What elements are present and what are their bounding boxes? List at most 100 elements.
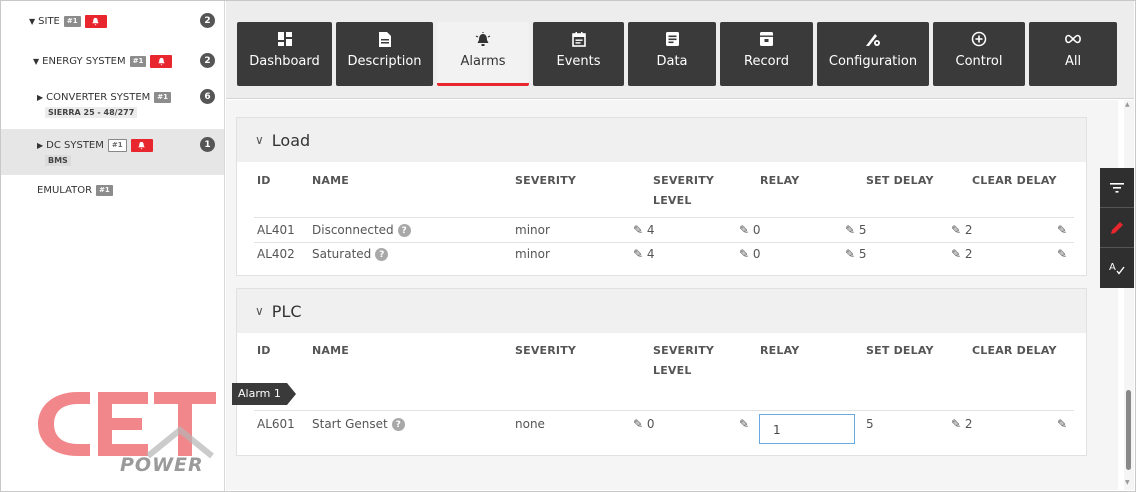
- chevron-down-icon: ∨: [255, 304, 264, 318]
- col-header-set-delay: SET DELAY: [866, 174, 934, 187]
- section-title: Load: [271, 130, 311, 150]
- control-icon: [970, 30, 988, 48]
- section-header[interactable]: ∨ Load: [237, 118, 1086, 162]
- alarm-bell-icon: [150, 54, 173, 68]
- pencil-icon[interactable]: ✎: [845, 247, 855, 261]
- tab-configuration[interactable]: Configuration: [817, 22, 929, 86]
- pencil-icon[interactable]: ✎: [739, 223, 749, 237]
- alarm-severity: none: [515, 417, 545, 431]
- alarm-id: AL601: [257, 417, 295, 431]
- help-icon[interactable]: ?: [391, 418, 405, 431]
- caret-right-icon: ▶: [37, 92, 44, 102]
- svg-text:A: A: [1109, 262, 1116, 273]
- row-divider: [254, 242, 1074, 243]
- help-icon[interactable]: ?: [397, 224, 411, 237]
- tab-events[interactable]: Events: [533, 22, 624, 86]
- set-delay-value[interactable]: ✎ 5: [845, 223, 867, 237]
- col-header-name: NAME: [312, 174, 349, 187]
- tab-description[interactable]: Description: [336, 22, 433, 86]
- scrollbar-thumb[interactable]: [1126, 390, 1131, 470]
- col-header-severity-level: SEVERITY LEVEL: [653, 344, 715, 377]
- document-icon: [376, 30, 394, 48]
- pencil-icon[interactable]: ✎: [739, 247, 749, 261]
- filter-icon[interactable]: [1100, 168, 1134, 208]
- tab-label: Data: [656, 54, 688, 69]
- tree-item-emulator[interactable]: EMULATOR #1: [1, 182, 224, 198]
- instance-tag: #1: [154, 91, 172, 103]
- pencil-icon[interactable]: ✎: [951, 247, 961, 261]
- severity-level-value[interactable]: ✎ 0: [633, 417, 655, 431]
- spellcheck-icon[interactable]: A: [1100, 248, 1134, 288]
- tab-all[interactable]: All: [1029, 22, 1117, 86]
- severity-level-value[interactable]: ✎ 4: [633, 223, 655, 237]
- pencil-icon[interactable]: ✎: [1057, 417, 1067, 431]
- tab-control[interactable]: Control: [933, 22, 1025, 86]
- scroll-up-icon[interactable]: ▲: [1125, 101, 1130, 108]
- tree-item-dc-system[interactable]: ▶ DC SYSTEM #1 BMS 1: [1, 129, 224, 175]
- alarm-bell-icon: [130, 138, 153, 152]
- clear-delay-value[interactable]: ✎ 2: [951, 247, 973, 261]
- tab-label: Configuration: [828, 54, 918, 69]
- caret-down-icon: ▼: [33, 56, 40, 66]
- alarm-severity: minor: [515, 247, 550, 261]
- instance-tag: #1: [63, 15, 81, 27]
- set-delay-value: 5: [866, 417, 874, 431]
- pencil-icon[interactable]: ✎: [739, 417, 749, 431]
- severity-level-value[interactable]: ✎ 4: [633, 247, 655, 261]
- tab-label: Record: [744, 54, 789, 69]
- tree-item-energy-system[interactable]: ▼ ENERGY SYSTEM #1 2: [1, 53, 224, 69]
- alarm-severity: minor: [515, 223, 550, 237]
- caret-down-icon: ▼: [29, 16, 36, 26]
- relay-value[interactable]: ✎ 0: [739, 247, 761, 261]
- col-header-severity: SEVERITY: [515, 174, 577, 187]
- row-divider: [254, 410, 1074, 411]
- col-header-severity: SEVERITY: [515, 344, 577, 357]
- section-header[interactable]: ∨ PLC: [237, 289, 1086, 333]
- tab-label: Events: [556, 54, 601, 69]
- set-delay-value[interactable]: ✎ 5: [845, 247, 867, 261]
- chevron-down-icon: ∨: [255, 133, 264, 147]
- pencil-icon[interactable]: ✎: [633, 417, 643, 431]
- edit-pencil-icon[interactable]: [1100, 208, 1134, 248]
- infinity-icon: [1064, 30, 1082, 48]
- row-divider: [254, 217, 1074, 218]
- tree-label: EMULATOR: [37, 184, 93, 196]
- tree-sublabel: SIERRA 25 - 48/277: [45, 107, 138, 118]
- col-header-relay: RELAY: [760, 174, 800, 187]
- pencil-icon[interactable]: ✎: [845, 223, 855, 237]
- instance-tag: #1: [96, 184, 113, 196]
- tooltip: Alarm 1: [232, 383, 296, 405]
- tab-data[interactable]: Data: [628, 22, 716, 86]
- tab-label: Dashboard: [249, 54, 320, 69]
- scroll-down-icon[interactable]: ▼: [1125, 479, 1130, 486]
- pencil-icon[interactable]: ✎: [633, 247, 643, 261]
- alarm-bell-icon: [84, 14, 107, 28]
- alarm-name: Start Genset?: [312, 417, 405, 431]
- col-header-relay: RELAY: [760, 344, 800, 357]
- count-badge: 6: [200, 89, 215, 104]
- tab-dashboard[interactable]: Dashboard: [237, 22, 332, 86]
- clear-delay-value[interactable]: ✎ 2: [951, 223, 973, 237]
- tab-label: All: [1064, 54, 1082, 69]
- relay-value[interactable]: ✎ 0: [739, 223, 761, 237]
- tab-label: Control: [955, 54, 1003, 69]
- pencil-icon[interactable]: ✎: [633, 223, 643, 237]
- pencil-icon[interactable]: ✎: [951, 417, 961, 431]
- pencil-icon[interactable]: ✎: [951, 223, 961, 237]
- tree-sublabel: BMS: [45, 155, 71, 166]
- relay-input[interactable]: 1: [759, 414, 855, 444]
- instance-tag: #1: [107, 138, 127, 152]
- alarm-id: AL402: [257, 247, 295, 261]
- clear-delay-value[interactable]: ✎ 2: [951, 417, 973, 431]
- pencil-icon[interactable]: ✎: [1057, 223, 1067, 237]
- tab-record[interactable]: Record: [720, 22, 813, 86]
- pencil-icon[interactable]: ✎: [1057, 247, 1067, 261]
- help-icon[interactable]: ?: [375, 248, 389, 261]
- col-header-severity-level: SEVERITY LEVEL: [653, 174, 715, 207]
- tree-item-converter-system[interactable]: ▶ CONVERTER SYSTEM #1 SIERRA 25 - 48/277…: [1, 89, 224, 118]
- count-badge: 1: [200, 137, 215, 152]
- alarm-name: Disconnected?: [312, 223, 411, 237]
- tree-item-site[interactable]: ▼ SITE #1 2: [1, 13, 224, 29]
- tab-alarms[interactable]: Alarms: [437, 22, 529, 86]
- col-header-id: ID: [257, 174, 271, 187]
